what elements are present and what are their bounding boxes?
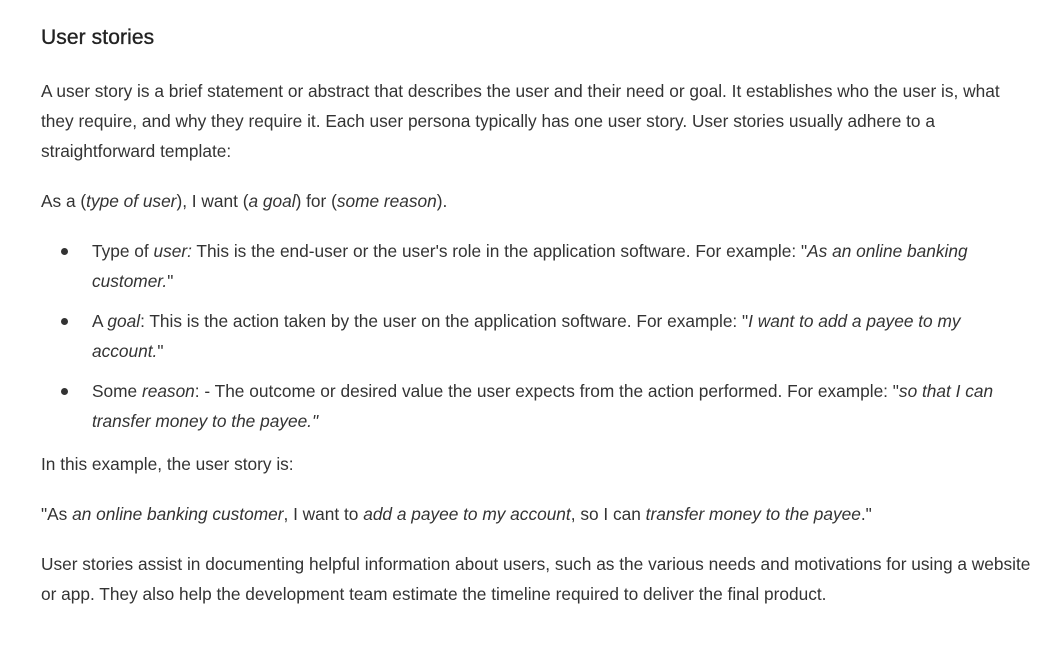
- bullet-text-goal: A goal: This is the action taken by the …: [92, 306, 1032, 366]
- template-text-1: As a (: [41, 191, 87, 211]
- template-some-reason: some reason: [336, 191, 437, 211]
- example-paragraph: "As an online banking customer, I want t…: [41, 499, 1036, 529]
- bullet-dot-icon: [61, 388, 68, 395]
- bullet-label: goal: [107, 311, 141, 331]
- template-text-3: ) for (: [295, 191, 337, 211]
- bullet-pre: Some: [92, 381, 142, 401]
- closing-paragraph: User stories assist in documenting helpf…: [41, 554, 1031, 604]
- template-text-2: ), I want (: [176, 191, 249, 211]
- template-paragraph: As a (type of user), I want (a goal) for…: [41, 186, 1036, 216]
- example-text-3: , so I can: [570, 504, 646, 524]
- template-type-of-user: type of user: [86, 191, 177, 211]
- example-goal: add a payee to my account: [363, 504, 571, 524]
- bullet-body: This is the end-user or the user's role …: [191, 241, 808, 261]
- example-text-1: "As: [41, 504, 73, 524]
- example-text-2: , I want to: [283, 504, 364, 524]
- bullet-post: ": [157, 341, 164, 361]
- bullet-post: ": [167, 271, 174, 291]
- bullet-body: : - The outcome or desired value the use…: [194, 381, 899, 401]
- example-customer: an online banking customer: [72, 504, 284, 524]
- bullet-pre: Type of: [92, 241, 154, 261]
- bullet-label: user:: [153, 241, 192, 261]
- template-text-4: ).: [436, 191, 448, 211]
- bullet-text-reason: Some reason: - The outcome or desired va…: [92, 376, 1032, 436]
- bullet-text-user: Type of user: This is the end-user or th…: [92, 236, 1032, 296]
- bullet-dot-icon: [61, 318, 68, 325]
- example-text-4: .": [860, 504, 872, 524]
- bullet-dot-icon: [61, 248, 68, 255]
- example-intro-paragraph: In this example, the user story is:: [41, 454, 294, 474]
- section-heading: User stories: [41, 26, 155, 49]
- bullet-label: reason: [141, 381, 195, 401]
- intro-paragraph: A user story is a brief statement or abs…: [41, 81, 1000, 161]
- template-a-goal: a goal: [248, 191, 296, 211]
- bullet-body: : This is the action taken by the user o…: [140, 311, 749, 331]
- bullet-pre: A: [92, 311, 108, 331]
- example-reason: transfer money to the payee: [645, 504, 861, 524]
